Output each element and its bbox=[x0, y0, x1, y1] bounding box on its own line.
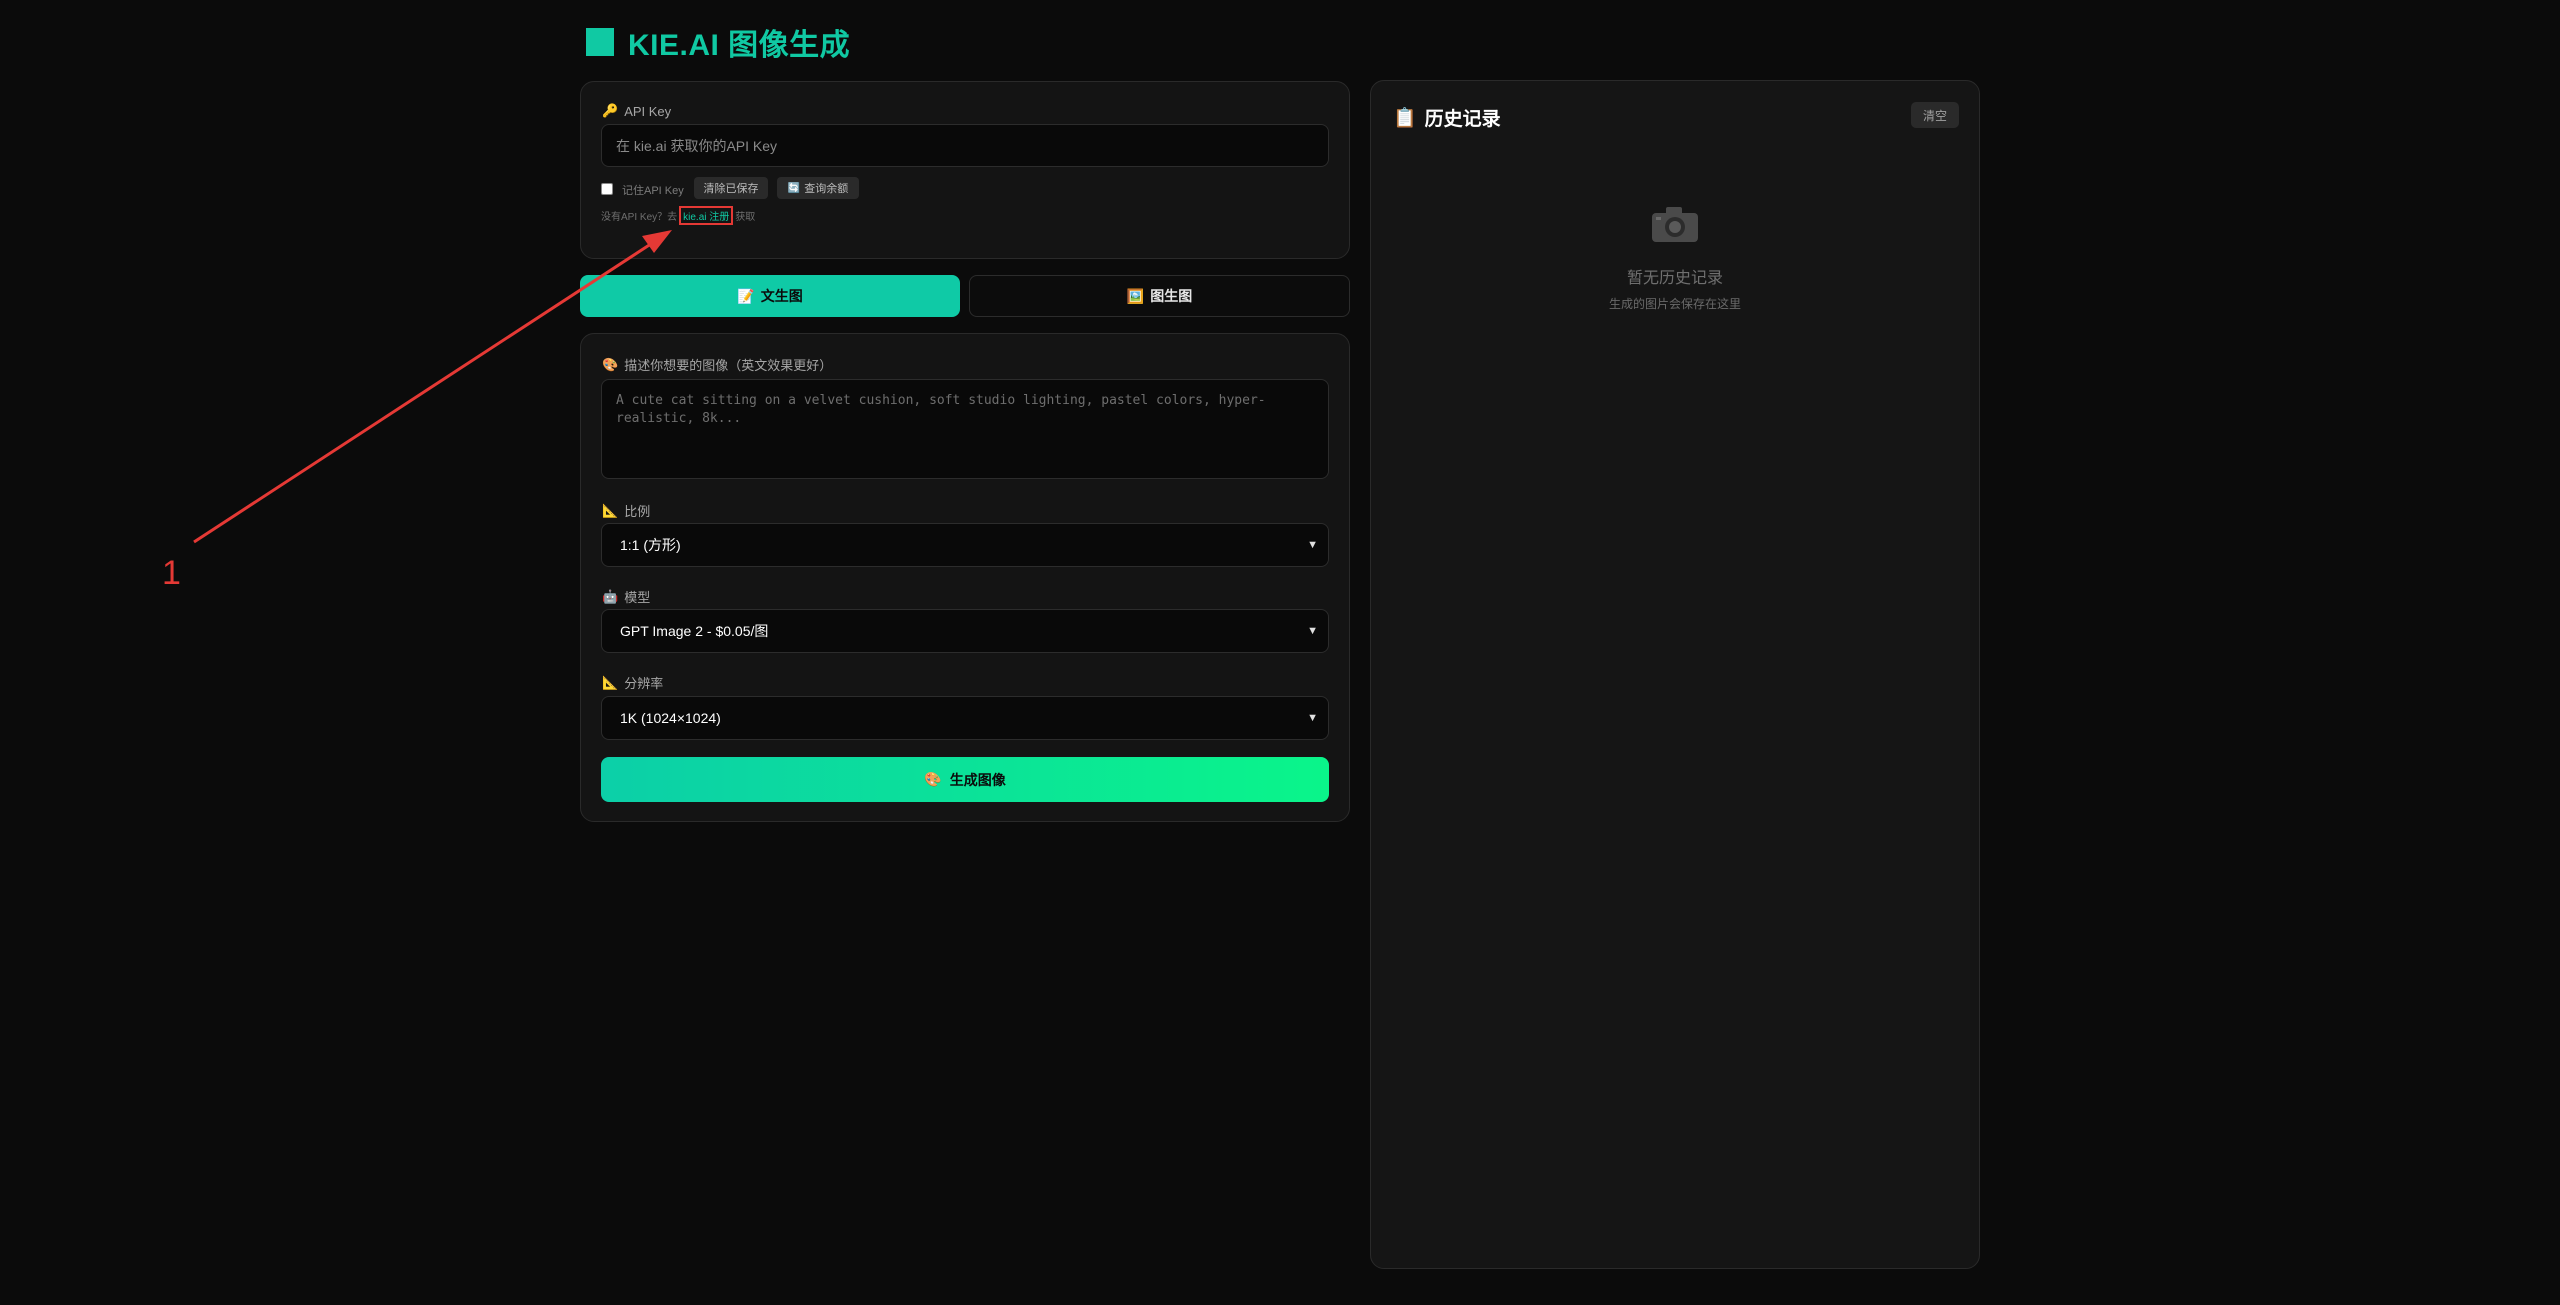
clear-history-button[interactable]: 清空 bbox=[1911, 102, 1959, 128]
logo-square-icon bbox=[586, 28, 614, 56]
palette-icon: 🎨 bbox=[602, 356, 619, 372]
ruler-icon: 📐 bbox=[602, 502, 619, 518]
ratio-label: 📐 比例 bbox=[602, 502, 651, 520]
resolution-select[interactable]: 1K (1024×1024) ▼ bbox=[601, 696, 1329, 740]
clear-saved-button[interactable]: 清除已保存 bbox=[694, 177, 768, 199]
api-key-hint: 没有API Key？去 kie.ai 注册 获取 bbox=[601, 206, 755, 225]
picture-icon: 🖼️ bbox=[1126, 287, 1145, 304]
clipboard-icon: 📋 bbox=[1393, 107, 1417, 129]
camera-icon bbox=[1652, 207, 1698, 242]
remember-api-key-label: 记住API Key bbox=[622, 185, 684, 197]
check-balance-button[interactable]: 🔄 查询余额 bbox=[777, 177, 859, 199]
chevron-down-icon: ▼ bbox=[1307, 539, 1318, 551]
page-title-text: KIE.AI 图像生成 bbox=[628, 29, 851, 62]
register-link[interactable]: kie.ai 注册 bbox=[679, 206, 734, 225]
prompt-label: 🎨 描述你想要的图像（英文效果更好） bbox=[602, 356, 833, 374]
refresh-icon: 🔄 bbox=[787, 182, 801, 194]
ratio-select[interactable]: 1:1 (方形) ▼ bbox=[601, 523, 1329, 567]
history-empty-subtitle: 生成的图片会保存在这里 bbox=[1608, 297, 1741, 311]
memo-icon: 📝 bbox=[737, 287, 755, 304]
chevron-down-icon: ▼ bbox=[1307, 625, 1318, 637]
api-key-label: 🔑 API Key bbox=[602, 103, 672, 119]
ruler-icon: 📐 bbox=[602, 674, 619, 690]
annotation-number: 1 bbox=[162, 554, 181, 592]
generate-image-button[interactable]: 🎨 生成图像 bbox=[601, 757, 1329, 802]
resolution-label: 📐 分辨率 bbox=[602, 674, 664, 692]
model-select[interactable]: GPT Image 2 - $0.05/图 ▼ bbox=[601, 609, 1329, 653]
model-label: 🤖 模型 bbox=[602, 588, 651, 606]
api-key-card bbox=[580, 81, 1350, 259]
history-title: 📋 历史记录 bbox=[1393, 107, 1501, 131]
tab-text-to-image[interactable]: 📝 文生图 bbox=[580, 275, 960, 317]
remember-api-key-checkbox[interactable] bbox=[601, 183, 613, 195]
history-panel bbox=[1370, 80, 1980, 1269]
tab-image-to-image[interactable]: 🖼️ 图生图 bbox=[969, 275, 1350, 317]
palette-icon: 🎨 bbox=[924, 771, 942, 787]
key-icon: 🔑 bbox=[602, 103, 619, 118]
page-title: KIE.AI 图像生成 bbox=[586, 24, 850, 62]
chevron-down-icon: ▼ bbox=[1307, 712, 1318, 724]
robot-icon: 🤖 bbox=[602, 588, 619, 604]
history-empty-title: 暂无历史记录 bbox=[1626, 270, 1723, 287]
api-key-input[interactable]: 在 kie.ai 获取你的API Key bbox=[601, 124, 1329, 167]
prompt-textarea[interactable]: A cute cat sitting on a velvet cushion, … bbox=[601, 379, 1329, 479]
